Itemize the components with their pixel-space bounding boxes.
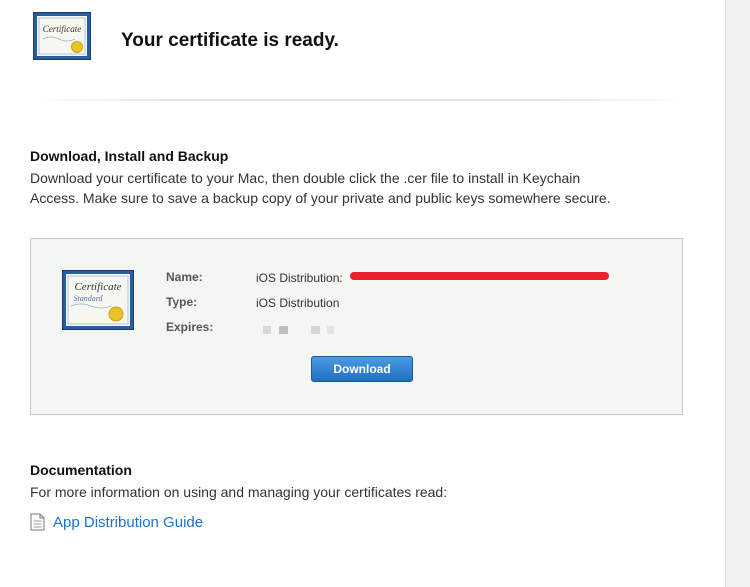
svg-text:Certificate: Certificate — [43, 24, 82, 34]
name-value: iOS Distribution: — [256, 271, 343, 285]
type-label: Type: — [166, 295, 198, 309]
type-value: iOS Distribution — [256, 296, 340, 310]
name-label: Name: — [166, 270, 203, 284]
page-title: Your certificate is ready. — [121, 30, 339, 51]
document-icon — [30, 513, 45, 531]
documentation-heading: Documentation — [30, 462, 132, 478]
certificate-icon: Certificate — [33, 12, 91, 60]
download-section-heading: Download, Install and Backup — [30, 148, 229, 164]
svg-text:Standard: Standard — [73, 294, 103, 303]
header: Certificate Your certificate is ready. — [33, 12, 693, 102]
right-scroll-rail — [725, 0, 750, 587]
certificate-panel: Certificate Standard Name: iOS Distribut… — [30, 238, 683, 415]
certificate-icon: Certificate Standard — [62, 270, 134, 330]
svg-text:Certificate: Certificate — [74, 281, 121, 293]
download-instructions-line2: Access. Make sure to save a backup copy … — [30, 190, 611, 206]
documentation-text: For more information on using and managi… — [30, 484, 448, 500]
app-distribution-guide-label: App Distribution Guide — [53, 513, 204, 531]
expires-label: Expires: — [166, 320, 214, 334]
download-button[interactable]: Download — [311, 356, 413, 382]
divider — [30, 99, 690, 101]
app-distribution-guide-link[interactable]: App Distribution Guide — [30, 511, 203, 533]
download-instructions-line1: Download your certificate to your Mac, t… — [30, 170, 581, 186]
redaction-bar — [350, 272, 609, 280]
